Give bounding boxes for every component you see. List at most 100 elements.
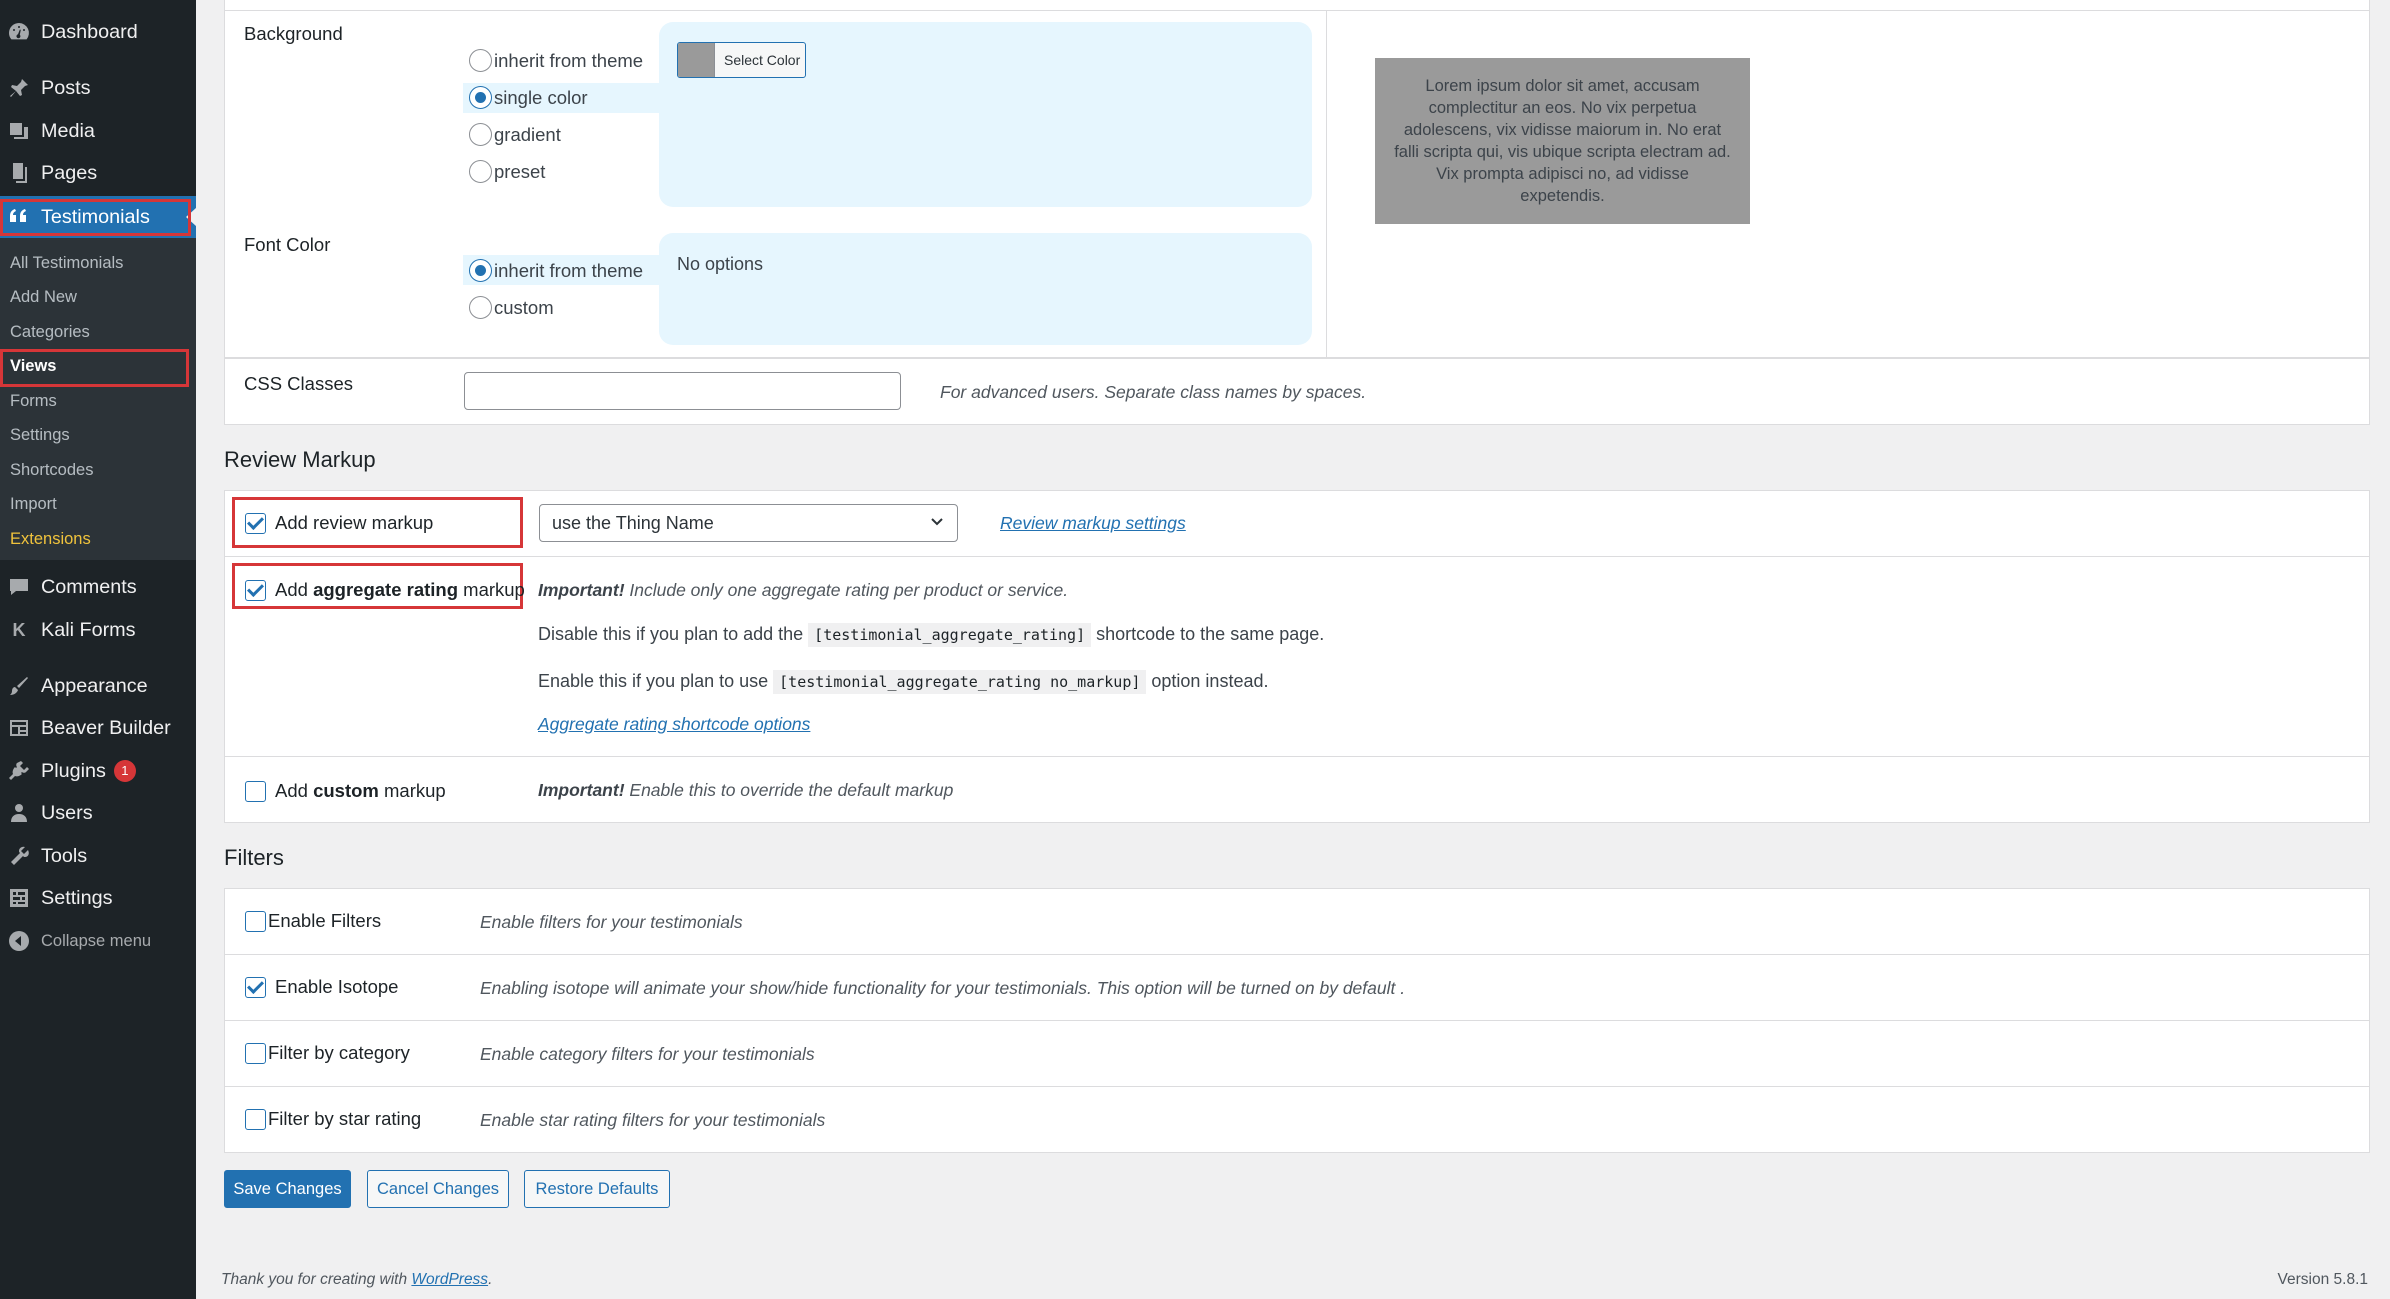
submenu-forms[interactable]: Forms <box>10 392 57 411</box>
add-aggregate-rating-checkbox[interactable]: Add aggregate rating markup <box>245 579 525 601</box>
comment-icon <box>6 574 32 600</box>
radio-button[interactable] <box>469 160 492 183</box>
menu-kali-forms[interactable]: K Kali Forms <box>0 609 196 651</box>
menu-posts[interactable]: Posts <box>0 67 196 109</box>
filter-description: Enable category filters for your testimo… <box>480 1044 815 1064</box>
brush-icon <box>6 673 32 699</box>
option-label: preset <box>494 160 546 182</box>
submenu-shortcodes[interactable]: Shortcodes <box>10 461 93 480</box>
menu-comments[interactable]: Comments <box>0 566 196 608</box>
checkbox[interactable] <box>245 579 266 601</box>
menu-beaver-builder[interactable]: Beaver Builder <box>0 707 196 749</box>
menu-pages[interactable]: Pages <box>0 152 196 194</box>
add-review-markup-checkbox[interactable]: Add review markup <box>245 512 433 534</box>
restore-defaults-button[interactable]: Restore Defaults <box>524 1170 670 1208</box>
settings-icon <box>6 885 32 911</box>
menu-label: Kali Forms <box>41 618 136 641</box>
wordpress-link[interactable]: WordPress <box>411 1271 488 1288</box>
aggregate-important-note: Important! Include only one aggregate ra… <box>538 580 1069 600</box>
shortcode-text: [testimonial_aggregate_rating no_markup] <box>773 670 1147 694</box>
aggregate-rating-shortcode-link[interactable]: Aggregate rating shortcode options <box>538 714 810 735</box>
collapse-icon <box>6 928 32 954</box>
no-options-text: No options <box>677 254 764 274</box>
cancel-changes-button[interactable]: Cancel Changes <box>367 1170 509 1208</box>
filter-by-star-rating-checkbox[interactable]: Filter by star rating <box>245 1108 421 1130</box>
bg-option-single-color[interactable]: single color <box>469 86 588 109</box>
radio-button[interactable] <box>469 86 492 109</box>
menu-plugins[interactable]: Plugins 1 <box>0 750 196 792</box>
menu-dashboard[interactable]: Dashboard <box>0 11 196 53</box>
thing-name-select[interactable]: use the Thing Name <box>539 504 958 542</box>
checkbox-label: Filter by star rating <box>268 1108 422 1129</box>
filter-by-category-checkbox[interactable]: Filter by category <box>245 1042 410 1064</box>
checkbox[interactable] <box>245 512 266 534</box>
select-color-button[interactable]: Select Color <box>677 42 806 78</box>
css-classes-input[interactable] <box>464 372 901 410</box>
bg-option-inherit[interactable]: inherit from theme <box>469 49 643 72</box>
divider <box>225 1086 2369 1087</box>
css-classes-label: CSS Classes <box>244 373 353 394</box>
select-value: use the Thing Name <box>552 512 714 533</box>
checkbox[interactable] <box>245 976 266 998</box>
views-highlight-box <box>0 349 189 387</box>
option-label: inherit from theme <box>494 49 644 71</box>
menu-label: Comments <box>41 575 137 598</box>
bg-option-preset[interactable]: preset <box>469 160 545 183</box>
disable-note: Disable this if you plan to add the [tes… <box>538 623 1324 647</box>
submenu-import[interactable]: Import <box>10 495 57 514</box>
font-option-custom[interactable]: custom <box>469 296 554 319</box>
checkbox[interactable] <box>245 1108 266 1130</box>
plugin-icon <box>6 758 32 784</box>
admin-sidebar: Dashboard Posts Media Pages Testimonials… <box>0 0 196 1299</box>
radio-button[interactable] <box>469 296 492 319</box>
enable-note: Enable this if you plan to use [testimon… <box>538 670 1268 694</box>
testimonials-highlight-box <box>0 199 191 236</box>
divider <box>225 954 2369 955</box>
menu-label: Dashboard <box>41 20 138 43</box>
enable-filters-checkbox[interactable]: Enable Filters <box>245 910 381 932</box>
add-custom-markup-checkbox[interactable]: Add custom markup <box>245 780 446 802</box>
bg-option-gradient[interactable]: gradient <box>469 123 561 146</box>
filter-description: Enable star rating filters for your test… <box>480 1110 826 1130</box>
radio-button[interactable] <box>469 259 492 282</box>
checkbox[interactable] <box>245 1042 266 1064</box>
menu-settings[interactable]: Settings <box>0 877 196 919</box>
collapse-menu[interactable]: Collapse menu <box>0 920 196 962</box>
menu-label: Media <box>41 119 95 142</box>
divider <box>225 1020 2369 1021</box>
pages-icon <box>6 160 32 186</box>
footer-thanks: Thank you for creating with WordPress. <box>221 1271 493 1288</box>
builder-icon <box>6 715 32 741</box>
shortcode-text: [testimonial_aggregate_rating] <box>808 623 1092 647</box>
font-option-inherit[interactable]: inherit from theme <box>469 259 643 282</box>
save-changes-button[interactable]: Save Changes <box>224 1170 351 1208</box>
media-icon <box>6 118 32 144</box>
checkbox[interactable] <box>245 780 266 802</box>
submenu-settings[interactable]: Settings <box>10 426 70 445</box>
menu-label: Settings <box>41 886 113 909</box>
background-label: Background <box>244 23 343 44</box>
wrench-icon <box>6 843 32 869</box>
menu-users[interactable]: Users <box>0 792 196 834</box>
plugins-update-badge: 1 <box>113 760 136 782</box>
menu-label: Users <box>41 801 93 824</box>
submenu-categories[interactable]: Categories <box>10 323 90 342</box>
radio-button[interactable] <box>469 123 492 146</box>
radio-button[interactable] <box>469 49 492 72</box>
select-color-label: Select Color <box>724 52 801 68</box>
divider <box>224 10 2370 11</box>
submenu-extensions[interactable]: Extensions <box>10 530 91 549</box>
enable-isotope-checkbox[interactable]: Enable Isotope <box>245 976 398 998</box>
review-markup-settings-link[interactable]: Review markup settings <box>1000 513 1186 534</box>
chevron-down-icon <box>929 513 945 534</box>
menu-label: Pages <box>41 161 98 184</box>
submenu-all-testimonials[interactable]: All Testimonials <box>10 254 123 273</box>
filter-description: Enabling isotope will animate your show/… <box>480 978 1406 998</box>
checkbox[interactable] <box>245 910 266 932</box>
menu-media[interactable]: Media <box>0 110 196 152</box>
menu-tools[interactable]: Tools <box>0 835 196 877</box>
submenu-add-new[interactable]: Add New <box>10 288 77 307</box>
collapse-label: Collapse menu <box>41 931 152 950</box>
kali-icon: K <box>12 619 26 640</box>
menu-appearance[interactable]: Appearance <box>0 665 196 707</box>
